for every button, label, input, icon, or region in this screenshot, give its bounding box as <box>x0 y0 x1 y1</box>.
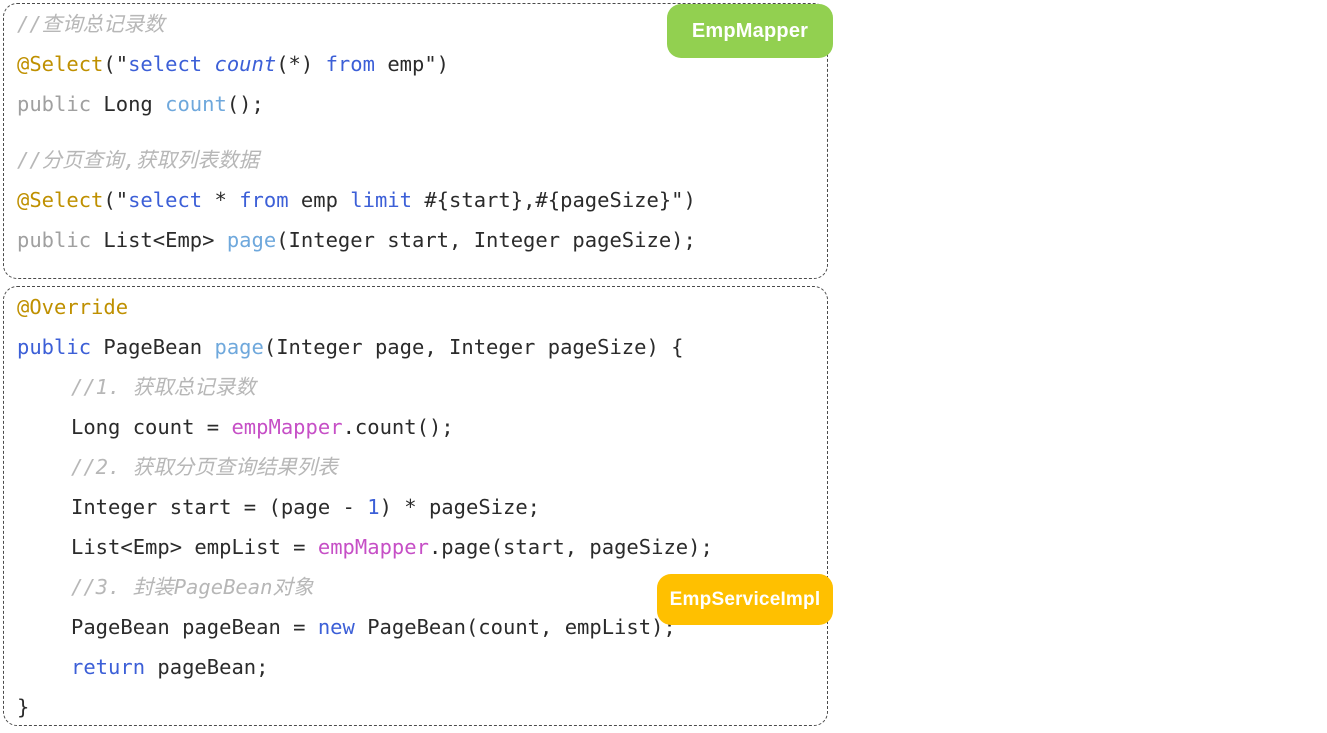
code-snippet-figure: //查询总记录数 @Select("select count(*) from e… <box>0 0 1327 733</box>
code-line: @Override <box>17 287 821 327</box>
sql-keyword-select: select <box>128 188 203 212</box>
annotation-select: @Select <box>17 188 104 212</box>
modifier-public: public <box>17 335 92 359</box>
code-punct: (" <box>103 52 129 76</box>
sql-keyword-select: select <box>128 52 203 76</box>
code-line: public PageBean page(Integer page, Integ… <box>17 327 821 367</box>
sql-params: #{start},#{pageSize}") <box>424 188 696 212</box>
method-name-page: page <box>214 335 264 359</box>
code-line: Integer start = (page - 1) * pageSize; <box>17 487 821 527</box>
sql-table-name: emp <box>300 188 338 212</box>
code-line: //分页查询,获取列表数据 <box>17 140 821 180</box>
code-comment: //2. 获取分页查询结果列表 <box>71 455 338 479</box>
code-comment: //1. 获取总记录数 <box>71 375 256 399</box>
annotation-select: @Select <box>17 52 104 76</box>
empserviceimpl-label-badge: EmpServiceImpl <box>657 574 833 625</box>
sql-keyword-from: from <box>325 52 375 76</box>
method-params: (Integer start, Integer pageSize); <box>276 228 696 252</box>
var-assign: empList = <box>182 535 318 559</box>
code-comment: //查询总记录数 <box>17 12 165 36</box>
var-type: Integer <box>71 495 158 519</box>
modifier-public: public <box>17 228 92 252</box>
code-punct: (); <box>226 92 264 116</box>
method-name-page: page <box>226 228 277 252</box>
sql-keyword-limit: limit <box>350 188 412 212</box>
field-empmapper: empMapper <box>317 535 429 559</box>
return-type: PageBean <box>103 335 203 359</box>
empserviceimpl-code-lines: @Override public PageBean page(Integer p… <box>17 287 821 727</box>
numeric-literal: 1 <box>367 495 380 519</box>
closing-brace: } <box>17 695 30 719</box>
return-type: Long <box>103 92 153 116</box>
empmapper-code-box: //查询总记录数 @Select("select count(*) from e… <box>3 3 833 279</box>
code-comment: //3. 封装PageBean对象 <box>71 575 314 599</box>
sql-function-count: count <box>214 52 277 76</box>
sql-star: * <box>214 188 227 212</box>
field-empmapper: empMapper <box>231 415 343 439</box>
var-assign: count = <box>120 415 232 439</box>
code-line: public List<Emp> page(Integer start, Int… <box>17 220 821 260</box>
code-line: //2. 获取分页查询结果列表 <box>17 447 821 487</box>
code-punct: (" <box>103 188 129 212</box>
code-punct: (*) <box>276 52 314 76</box>
var-type: Long <box>71 415 121 439</box>
code-punct: ") <box>424 52 450 76</box>
method-call: .count(); <box>342 415 454 439</box>
annotation-override: @Override <box>17 295 129 319</box>
var-assign: start = (page - <box>157 495 368 519</box>
return-type: List<Emp> <box>103 228 215 252</box>
keyword-return: return <box>71 655 146 679</box>
code-line: Long count = empMapper.count(); <box>17 407 821 447</box>
code-line: public Long count(); <box>17 84 821 124</box>
keyword-new: new <box>317 615 355 639</box>
sql-table-name: emp <box>387 52 425 76</box>
code-comment: //分页查询,获取列表数据 <box>17 148 260 172</box>
method-call: .page(start, pageSize); <box>428 535 713 559</box>
code-line: } <box>17 687 821 727</box>
empserviceimpl-code-box: @Override public PageBean page(Integer p… <box>3 286 833 727</box>
expression-tail: ) * pageSize; <box>379 495 541 519</box>
modifier-public: public <box>17 92 92 116</box>
method-params: (Integer page, Integer pageSize) { <box>263 335 684 359</box>
sql-keyword-from: from <box>239 188 289 212</box>
code-line: @Select("select * from emp limit #{start… <box>17 180 821 220</box>
empmapper-label-badge: EmpMapper <box>667 4 833 58</box>
constructor-call: PageBean(count, empList); <box>354 615 676 639</box>
method-name-count: count <box>165 92 227 116</box>
code-line: //1. 获取总记录数 <box>17 367 821 407</box>
code-line: return pageBean; <box>17 647 821 687</box>
var-type: List<Emp> <box>71 535 183 559</box>
code-line: List<Emp> empList = empMapper.page(start… <box>17 527 821 567</box>
return-value: pageBean; <box>145 655 269 679</box>
var-decl: PageBean pageBean = <box>71 615 318 639</box>
